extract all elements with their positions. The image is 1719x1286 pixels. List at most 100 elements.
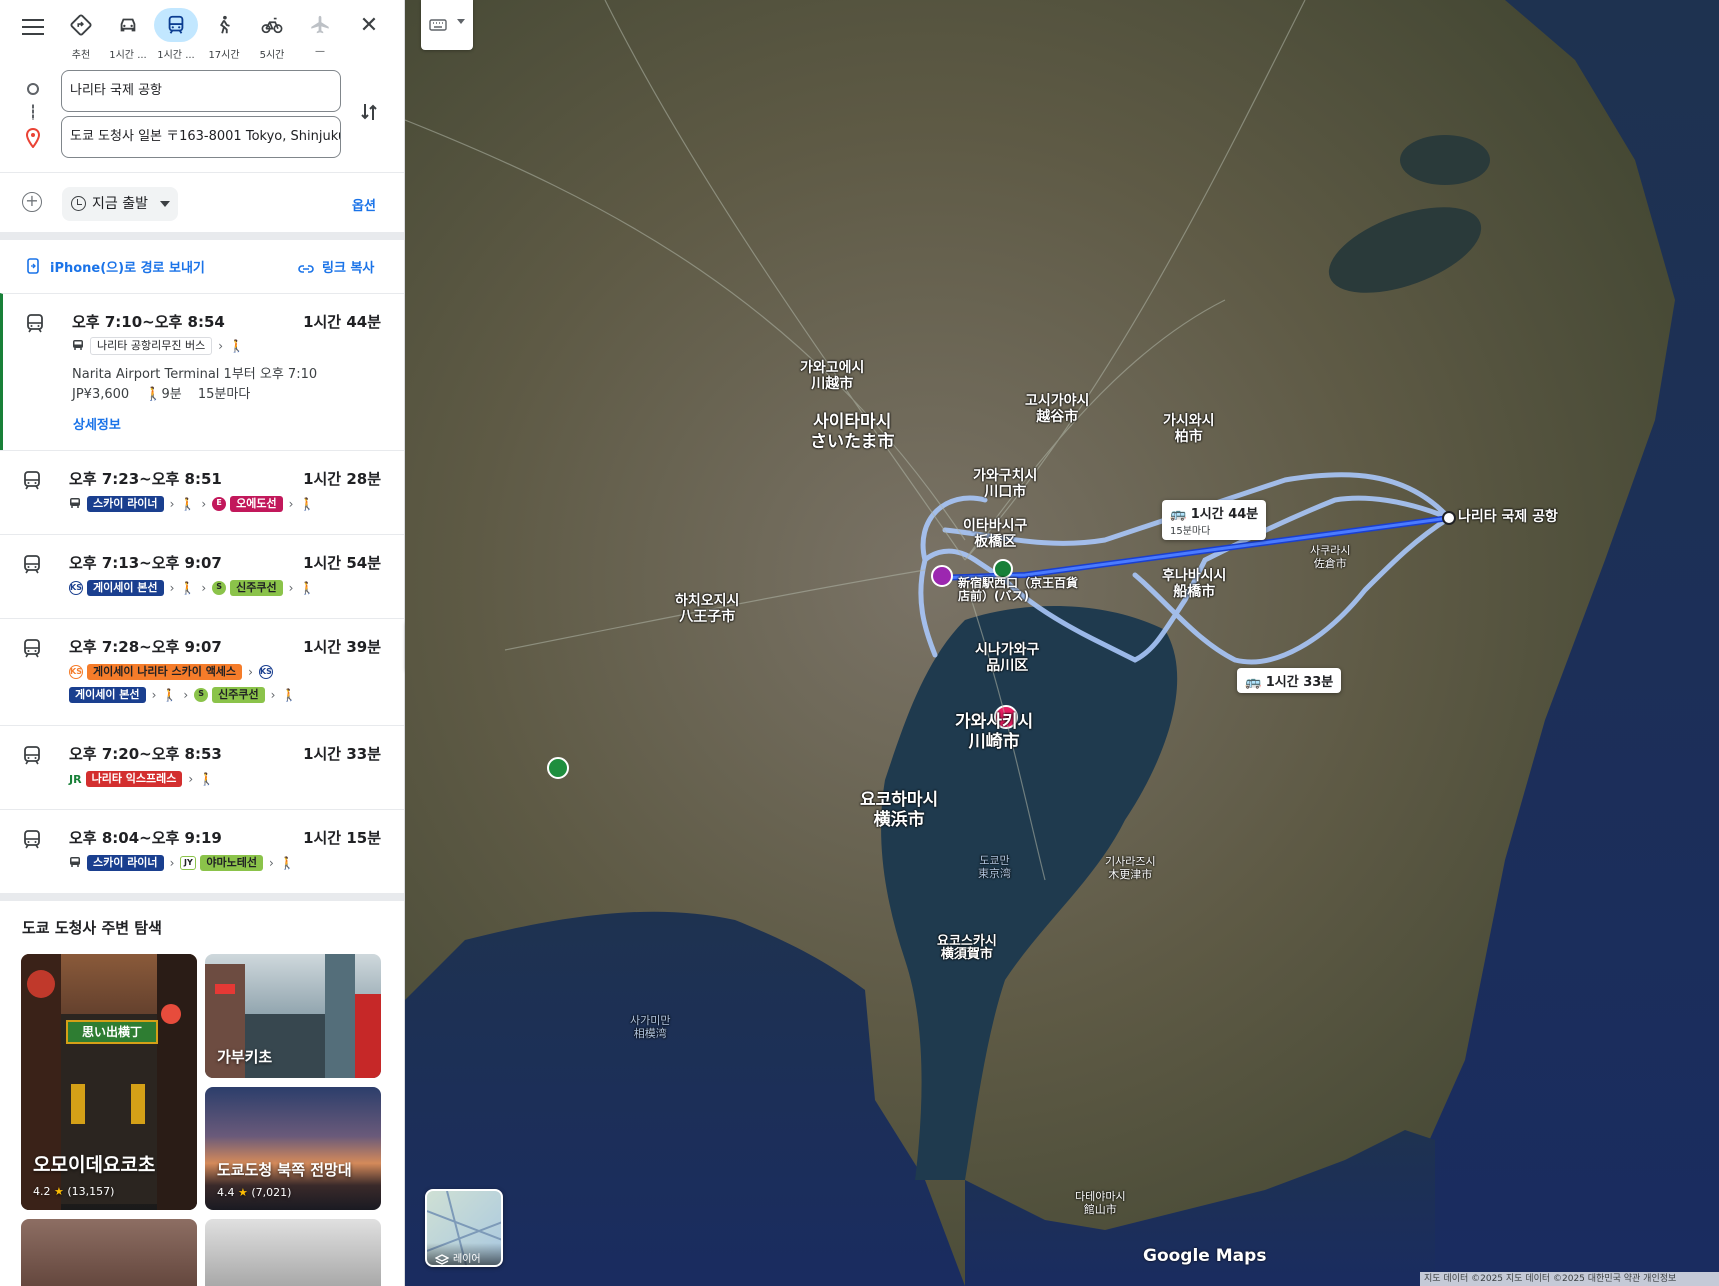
- mode-label: 1시간 ...: [157, 50, 195, 61]
- route-duration-callout[interactable]: 🚌 1시간 44분 15분마다: [1162, 500, 1267, 540]
- route-step-label: 신주쿠선: [212, 687, 265, 703]
- destination-input[interactable]: 도쿄 도청사 일본 〒163-8001 Tokyo, Shinjuku: [61, 116, 341, 158]
- chevron-right-icon: ›: [288, 581, 294, 595]
- line-badge-icon: KS: [258, 665, 273, 679]
- mode-walking[interactable]: 17시간: [200, 8, 248, 61]
- mode-flight[interactable]: —: [296, 8, 344, 57]
- details-link[interactable]: 상세정보: [73, 414, 121, 433]
- copy-link-button[interactable]: 링크 복사: [322, 257, 374, 276]
- layers-button[interactable]: 레이어: [425, 1189, 503, 1267]
- line-badge-icon: KS: [69, 581, 83, 595]
- route-option[interactable]: 오후 7:10~오후 8:54 1시간 44분 나리타 공항리무진 버스 › 🚶…: [0, 293, 404, 450]
- travel-mode-bar: 추천 1시간 ... 1시간 ... 17시간 5시간 — ✕: [0, 0, 404, 66]
- walk-icon: 🚶: [162, 688, 178, 702]
- swap-icon[interactable]: [357, 100, 381, 124]
- route-option[interactable]: 오후 7:20~오후 8:53 1시간 33분 JR 나리타 익스프레스 › 🚶: [0, 725, 404, 809]
- divider: [0, 893, 404, 901]
- directions-panel: 추천 1시간 ... 1시간 ... 17시간 5시간 — ✕ 나리타 국제 공…: [0, 0, 405, 1286]
- route-duration: 1시간 54분: [303, 554, 381, 572]
- route-duration: 1시간 33분: [303, 745, 381, 763]
- mode-driving[interactable]: 1시간 ...: [104, 8, 152, 61]
- route-step-label: 게이세이 본선: [87, 580, 164, 596]
- close-icon[interactable]: ✕: [357, 14, 381, 38]
- caret-down-icon: [160, 201, 170, 207]
- chevron-right-icon: ›: [183, 688, 189, 702]
- place-card[interactable]: 思い出横丁 오모이데요코초 4.2 ★ (13,157): [21, 954, 197, 1210]
- mode-label: 17시간: [208, 50, 240, 61]
- map-canvas[interactable]: 🚌 1시간 44분 15분마다 🚌 1시간 33분 나리타 국제 공항 新宿駅西…: [405, 0, 1719, 1286]
- route-step-label: 오에도선: [230, 496, 283, 512]
- transit-icon: [23, 471, 41, 495]
- place-card[interactable]: 도쿄도청 북쪽 전망대 4.4 ★ (7,021): [205, 1087, 381, 1210]
- walk-icon: 🚶: [199, 772, 215, 786]
- walk-icon: [202, 8, 246, 42]
- callout-time: 1시간 33분: [1265, 675, 1334, 690]
- route-option[interactable]: 오후 8:04~오후 9:19 1시간 15분 스카이 라이너 › JY 야마노…: [0, 809, 404, 893]
- mode-cycling[interactable]: 5시간: [248, 8, 296, 61]
- divider: [0, 232, 404, 240]
- map-footer: 지도 데이터 ©2025 지도 데이터 ©2025 대한민국 약관 개인정보: [1420, 1272, 1719, 1286]
- mode-label: 5시간: [259, 50, 285, 61]
- route-steps: 스카이 라이너 › 🚶 › E 오에도선 › 🚶: [69, 494, 314, 514]
- train-icon: [69, 856, 81, 871]
- route-step-label: 신주쿠선: [230, 580, 283, 596]
- transit-icon: 🚌: [1245, 675, 1262, 690]
- route-step-label: 스카이 라이너: [87, 496, 164, 512]
- route-option[interactable]: 오후 7:13~오후 9:07 1시간 54분 KS 게이세이 본선 › 🚶 ›…: [0, 534, 404, 618]
- place-card[interactable]: [205, 1219, 381, 1286]
- route-fare-row: JP¥3,600 🚶9분 15분마다: [72, 383, 250, 402]
- mode-best[interactable]: 추천: [57, 8, 105, 61]
- link-icon: [298, 260, 314, 279]
- chevron-right-icon: ›: [169, 856, 175, 870]
- map-city-label: 가와고에시 川越市: [800, 360, 865, 392]
- chevron-right-icon: ›: [169, 497, 175, 511]
- transit-icon: [23, 830, 41, 854]
- route-duration: 1시간 28분: [303, 470, 381, 488]
- share-row: iPhone(으)로 경로 보내기 링크 복사: [0, 245, 404, 289]
- layers-label: 레이어: [453, 1254, 481, 1265]
- route-duration-callout[interactable]: 🚌 1시간 33분: [1237, 668, 1342, 693]
- origin-circle-icon: [27, 83, 39, 95]
- phone-send-icon: [27, 258, 39, 278]
- line-badge-icon: E: [212, 497, 227, 511]
- chevron-right-icon: ›: [169, 581, 175, 595]
- place-card[interactable]: [21, 1219, 197, 1286]
- walk-icon: 🚶: [145, 387, 162, 402]
- chevron-right-icon: ›: [188, 772, 194, 786]
- map-city-label: 이타바시구 板橋区: [963, 518, 1028, 550]
- origin-label: 나리타 국제 공항: [1458, 509, 1558, 525]
- sign-board: 思い出横丁: [66, 1020, 158, 1044]
- map-water-label: 사가미만 相模湾: [630, 1014, 671, 1040]
- satellite-map: [405, 0, 1719, 1286]
- route-duration: 1시간 39분: [303, 638, 381, 656]
- map-city-label: 요코스카시 横須賀市: [937, 934, 997, 962]
- caret-down-icon: [457, 19, 465, 24]
- place-card[interactable]: 가부키초: [205, 954, 381, 1078]
- chevron-right-icon: ›: [268, 856, 274, 870]
- origin-input[interactable]: 나리타 국제 공항: [61, 70, 341, 112]
- add-stop-icon[interactable]: +: [22, 192, 42, 212]
- map-city-label: 후나바시시 船橋市: [1162, 568, 1227, 600]
- route-option[interactable]: 오후 7:28~오후 9:07 1시간 39분 KS 게이세이 나리타 스카이 …: [0, 618, 404, 725]
- walk-icon: 🚶: [299, 497, 315, 511]
- walk-time: 9분: [161, 387, 182, 402]
- line-badge-icon: S: [212, 581, 227, 595]
- route-option[interactable]: 오후 7:23~오후 8:51 1시간 28분 스카이 라이너 › 🚶 › E …: [0, 450, 404, 534]
- route-time: 오후 7:10~오후 8:54: [72, 313, 225, 331]
- depart-time-dropdown[interactable]: 지금 출발: [62, 187, 178, 221]
- route-step-label: 스카이 라이너: [87, 855, 164, 871]
- options-button[interactable]: 옵션: [352, 195, 376, 214]
- route-time: 오후 8:04~오후 9:19: [69, 829, 222, 847]
- google-maps-logo: Google Maps: [1143, 1246, 1267, 1266]
- keyboard-shortcuts-button[interactable]: [421, 0, 473, 50]
- menu-icon[interactable]: [20, 14, 46, 40]
- map-city-label: 다테야마시 館山市: [1075, 1190, 1126, 1216]
- place-name: 도쿄도청 북쪽 전망대: [217, 1161, 352, 1179]
- map-city-label: 가와구치시 川口市: [973, 468, 1038, 500]
- walk-icon: 🚶: [229, 339, 244, 353]
- mode-transit[interactable]: 1시간 ...: [152, 8, 200, 61]
- chevron-right-icon: ›: [248, 665, 253, 679]
- map-city-label: 고시가야시 越谷市: [1025, 393, 1090, 425]
- send-to-phone-link[interactable]: iPhone(으)로 경로 보내기: [50, 257, 205, 276]
- best-route-icon: [59, 8, 103, 42]
